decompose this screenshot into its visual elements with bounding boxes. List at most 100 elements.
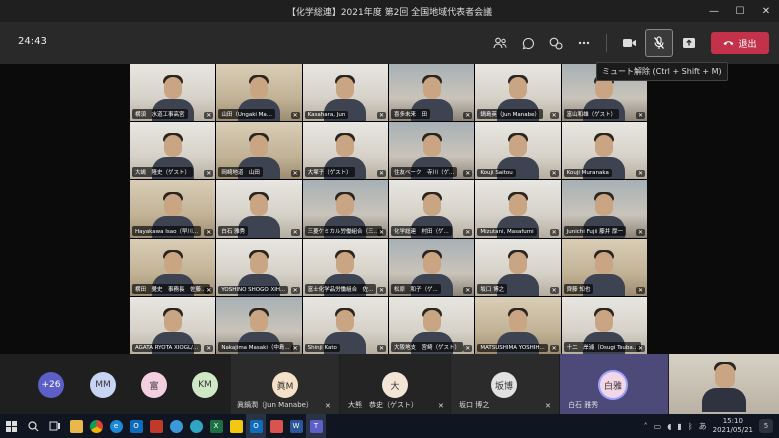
self-view-person xyxy=(699,362,749,414)
video-tile[interactable]: 坂口 博之 ✕ xyxy=(475,238,561,296)
mic-off-icon: ✕ xyxy=(290,345,300,352)
maximize-button[interactable]: ☐ xyxy=(727,0,753,22)
participant-name: Shinji Kato xyxy=(304,344,340,352)
taskbar-clock[interactable]: 15:10 2021/05/21 xyxy=(713,417,753,435)
search-icon[interactable] xyxy=(22,414,44,438)
video-tile[interactable]: 松原 和子（ゲ... ✕ xyxy=(389,238,475,296)
avatar[interactable]: 富 xyxy=(141,372,167,398)
mic-off-icon[interactable] xyxy=(645,29,673,57)
file-explorer-icon[interactable] xyxy=(66,414,86,438)
mic-off-icon: ✕ xyxy=(463,228,473,236)
video-tile[interactable]: 齊藤 知也 ✕ xyxy=(561,238,647,296)
volume-icon[interactable]: ◖ xyxy=(667,422,671,431)
outlook-icon[interactable]: O xyxy=(126,414,146,438)
video-tile[interactable]: 十二 岸浦（Osugi Tsuba... ✕ xyxy=(561,296,647,354)
video-tile[interactable]: 富士化学品労働組合 佐... ✕ xyxy=(302,238,388,296)
mic-off-icon: ✕ xyxy=(635,170,645,178)
video-tile[interactable]: 喜多未来 田 ✕ xyxy=(389,64,475,122)
video-tile[interactable]: 白石 雅秀 ✕ xyxy=(216,180,302,238)
camera-icon[interactable] xyxy=(617,30,641,56)
windows-taskbar: e O X O W T ˄ ▭ ◖ ▮ ᛒ あ 15:10 2021/05/21… xyxy=(0,414,779,438)
video-tile[interactable]: Shinji Kato ✕ xyxy=(302,296,388,354)
app-icon[interactable] xyxy=(166,414,186,438)
overflow-participants-chip[interactable]: +26 xyxy=(38,372,64,398)
mic-off-icon: ✕ xyxy=(290,170,300,178)
participant-tile[interactable]: 眞M 眞鍋潤（Jun Manabe） ✕ xyxy=(231,354,339,414)
participant-name: 横田 覺史 事務長 佐藤（... xyxy=(132,283,210,294)
participant-tile[interactable]: 坂博 坂口 博之 ✕ xyxy=(451,354,559,414)
video-tile[interactable]: 横須 水道工事高宮 ✕ xyxy=(130,64,216,122)
minimize-button[interactable]: — xyxy=(701,0,727,22)
participant-tile[interactable]: 大 大熊 恭史（ゲスト） ✕ xyxy=(340,354,450,414)
chrome-icon[interactable] xyxy=(86,414,106,438)
avatar[interactable]: KM xyxy=(192,372,218,398)
participant-name: Kasahara, Jun xyxy=(304,111,349,120)
video-tile[interactable]: 大阪地支 宮崎（ゲスト） ✕ xyxy=(389,296,475,354)
participant-name: 三菱ケミカル労働組合（三... xyxy=(304,225,382,236)
video-tile[interactable]: Kasahara, Jun ✕ xyxy=(302,64,388,122)
network-icon[interactable]: ▭ xyxy=(654,422,662,431)
reactions-icon[interactable] xyxy=(544,30,568,56)
participant-name: YOSHINO SHOGO XIH... xyxy=(218,285,289,294)
edge-icon[interactable]: e xyxy=(106,414,126,438)
video-tile[interactable]: 大嶋 隆史（ゲスト） ✕ xyxy=(130,122,216,180)
video-tile[interactable]: 化学総連 村田（ゲ... ✕ xyxy=(389,180,475,238)
video-tile[interactable]: 大塚子（ゲスト） ✕ xyxy=(302,122,388,180)
video-tile[interactable]: 鍋島英（Jun Manabe） ✕ xyxy=(475,64,561,122)
participant-name: 岡崎地道 山田 xyxy=(218,167,263,178)
video-tile[interactable]: 三菱ケミカル労働組合（三... ✕ xyxy=(302,180,388,238)
mic-off-icon: ✕ xyxy=(635,112,645,120)
battery-icon[interactable]: ▮ xyxy=(677,422,681,431)
participant-name: 坂口 博之 xyxy=(477,283,508,294)
toolbar-divider xyxy=(606,34,607,52)
task-view-icon[interactable] xyxy=(44,414,66,438)
participant-name: 大阪地支 宮崎（ゲスト） xyxy=(391,342,464,352)
participant-name: 富士化学品労働組合 佐... xyxy=(304,283,377,294)
video-tile[interactable]: Kouji Saitou ✕ xyxy=(475,122,561,180)
mic-off-icon: ✕ xyxy=(463,170,473,178)
outlook-icon[interactable]: O xyxy=(246,414,266,438)
video-tile[interactable]: Nakajima Masaki（中島... ✕ xyxy=(216,296,302,354)
leave-button[interactable]: 退出 xyxy=(711,32,769,54)
app-icon[interactable] xyxy=(266,414,286,438)
window-title: 【化学総連】2021年度 第2回 全国地域代表者会議 xyxy=(286,7,493,18)
ime-icon[interactable]: あ xyxy=(699,421,707,432)
sticky-notes-icon[interactable] xyxy=(226,414,246,438)
video-tile[interactable]: 岡崎地道 山田 ✕ xyxy=(216,122,302,180)
video-tile[interactable]: Hayakawa Isao（早川... ✕ xyxy=(130,180,216,238)
app-icon[interactable] xyxy=(146,414,166,438)
excel-icon[interactable]: X xyxy=(206,414,226,438)
meeting-timer: 24:43 xyxy=(18,36,47,47)
participant-name: 大熊 恭史（ゲスト） xyxy=(348,401,418,409)
teams-icon[interactable]: T xyxy=(306,414,326,438)
video-tile[interactable]: 山田（Ungaki Ma... ✕ xyxy=(216,64,302,122)
mic-off-icon: ✕ xyxy=(376,286,386,294)
windows-start-icon[interactable] xyxy=(0,414,22,438)
video-tile[interactable]: Kouji Muranaka ✕ xyxy=(561,122,647,180)
share-icon[interactable] xyxy=(677,30,701,56)
video-tile[interactable]: 横田 覺史 事務長 佐藤（... ✕ xyxy=(130,238,216,296)
mute-tooltip: ミュート解除 (Ctrl + Shift + M) xyxy=(596,62,728,81)
edge-icon[interactable] xyxy=(186,414,206,438)
participant-name: 齊藤 知也 xyxy=(563,283,594,294)
chat-icon[interactable] xyxy=(516,30,540,56)
video-tile[interactable]: MATSUSHIMA YOSHIH... ✕ xyxy=(475,296,561,354)
avatar[interactable]: MM xyxy=(90,372,116,398)
participant-name: 十二 岸浦（Osugi Tsuba... xyxy=(563,342,642,352)
close-button[interactable]: ✕ xyxy=(753,0,779,22)
video-tile[interactable]: Junichi Fujii 藤井 厚一 ✕ xyxy=(561,180,647,238)
chevron-up-icon[interactable]: ˄ xyxy=(644,422,648,431)
word-icon[interactable]: W xyxy=(286,414,306,438)
notification-center-icon[interactable]: 5 xyxy=(759,419,773,433)
bluetooth-icon[interactable]: ᛒ xyxy=(688,422,693,431)
participant-tile-active[interactable]: 白雅 白石 雅秀 xyxy=(560,354,668,414)
video-tile[interactable]: Mizutani, Masafumi ✕ xyxy=(475,180,561,238)
video-tile[interactable]: YOSHINO SHOGO XIH... ✕ xyxy=(216,238,302,296)
people-icon[interactable] xyxy=(488,30,512,56)
avatar: 眞M xyxy=(272,372,298,398)
more-icon[interactable] xyxy=(572,30,596,56)
window-controls: — ☐ ✕ xyxy=(701,0,779,22)
video-tile[interactable]: 住友ベーク 寺川（ゲ... ✕ xyxy=(389,122,475,180)
meeting-toolbar: 24:43 退出 xyxy=(0,22,779,64)
video-tile[interactable]: AGATA RYOTA XIOGL/... ✕ xyxy=(130,296,216,354)
